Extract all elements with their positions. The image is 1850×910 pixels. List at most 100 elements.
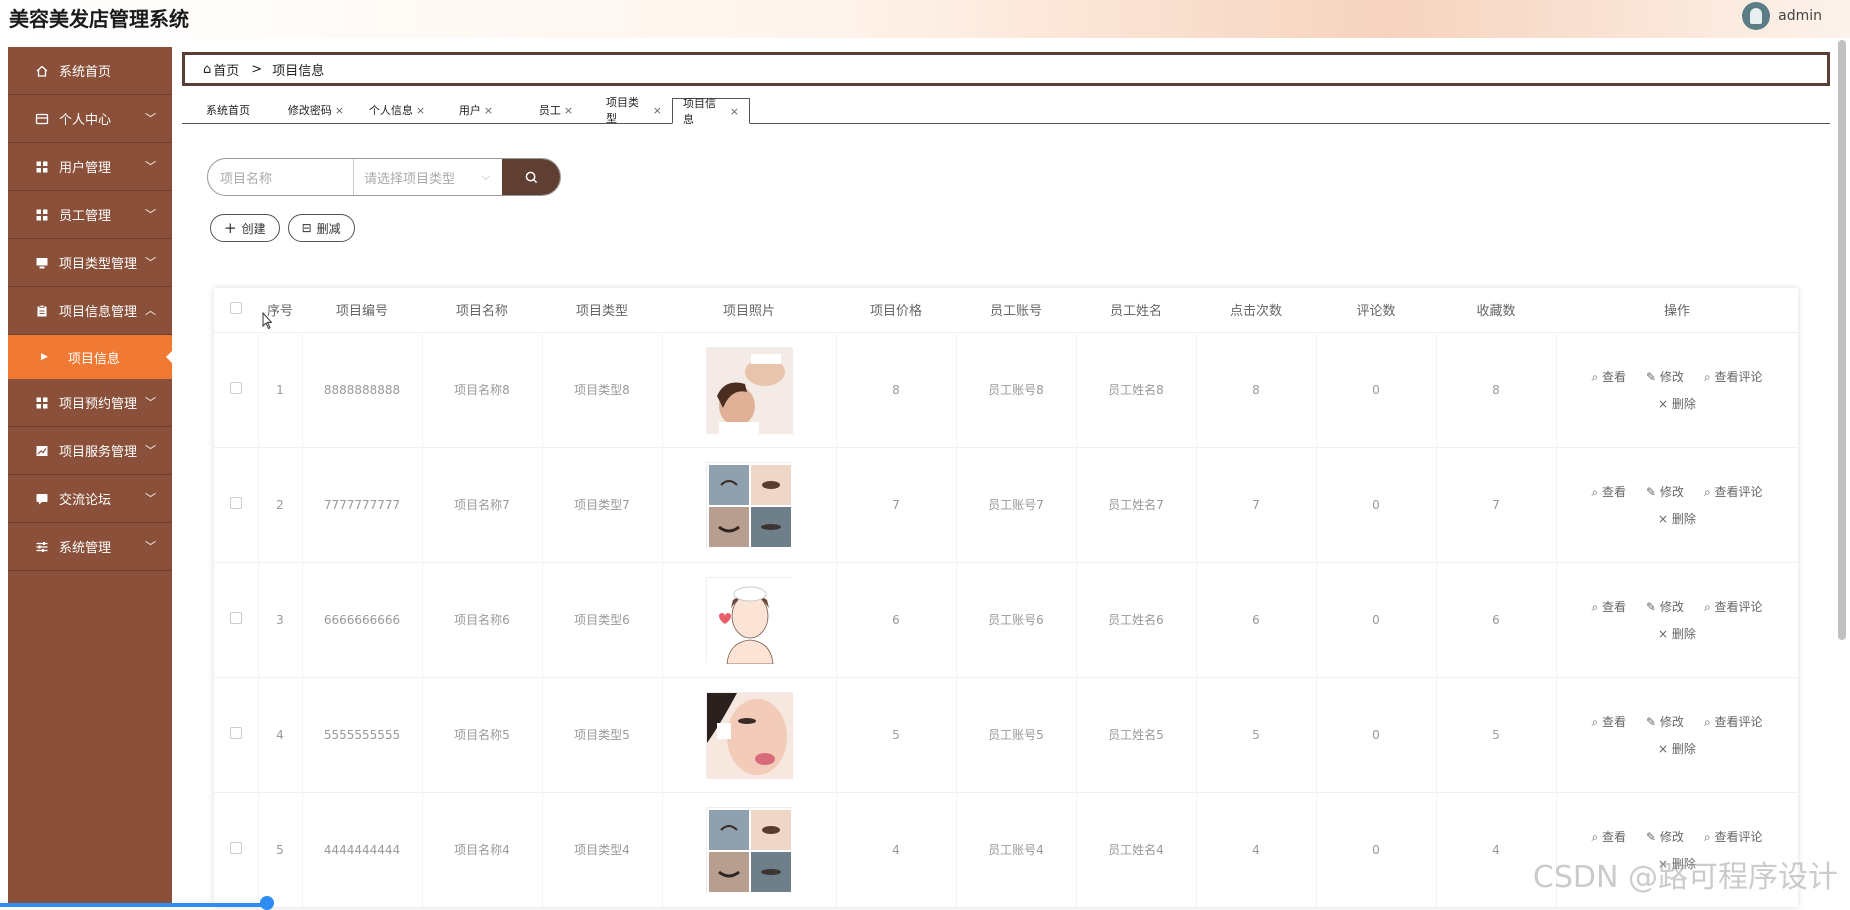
view-comments-button[interactable]: ⌕ 查看评论 xyxy=(1704,368,1763,385)
select-all-checkbox[interactable] xyxy=(229,301,242,314)
tab-label: 系统首页 xyxy=(206,104,250,117)
sidebar-item-5[interactable]: 项目信息管理 ︿ xyxy=(8,287,172,335)
delete-row-button[interactable]: × 删除 xyxy=(1658,510,1696,527)
delete-button-label: 删减 xyxy=(316,221,341,236)
tab-0[interactable]: 系统首页 xyxy=(182,97,274,123)
tab-label: 修改密码 xyxy=(287,104,332,117)
view-comments-button[interactable]: ⌕ 查看评论 xyxy=(1704,483,1763,500)
tab-1[interactable]: 修改密码 × xyxy=(274,97,358,123)
tab-2[interactable]: 个人信息 × xyxy=(358,97,436,123)
close-icon[interactable]: × xyxy=(484,104,493,117)
close-icon[interactable]: × xyxy=(653,104,662,117)
edit-button[interactable]: ✎ 修改 xyxy=(1646,598,1684,615)
row-checkbox[interactable] xyxy=(229,382,242,394)
favorite-count: 7 xyxy=(1436,446,1557,562)
table-row[interactable]: 4 5555555555 项目名称5 项目类型5 5 员工账号5 员工姓名5 5 0 5 ⌕ 查看 ✎… xyxy=(214,676,1798,792)
column-header: 员工姓名 xyxy=(1076,288,1197,332)
sidebar-item-7[interactable]: 项目服务管理 ﹀ xyxy=(8,427,172,475)
user-name[interactable]: admin xyxy=(1778,8,1822,24)
view-button[interactable]: ⌕ 查看 xyxy=(1591,598,1626,615)
sidebar-item-4[interactable]: 项目类型管理 ﹀ xyxy=(8,239,172,287)
row-select-cell xyxy=(214,446,259,562)
sidebar-item-label: 项目预约管理 xyxy=(59,397,138,412)
view-button[interactable]: ⌕ 查看 xyxy=(1591,483,1626,500)
sidebar-item-6[interactable]: 项目预约管理 ﹀ xyxy=(8,379,172,427)
user-menu[interactable]: admin xyxy=(1742,2,1822,30)
view-comments-button[interactable]: ⌕ 查看评论 xyxy=(1704,828,1763,845)
progress-handle[interactable] xyxy=(260,896,274,910)
close-icon[interactable]: × xyxy=(416,104,425,117)
search-icon: ⌕ xyxy=(1591,599,1603,614)
table-row[interactable]: 1 8888888888 项目名称8 项目类型8 8 员工账号8 员工姓名8 8 0 8 ⌕ 查看 ✎… xyxy=(214,331,1798,447)
page-scrollbar[interactable] xyxy=(1838,40,1846,640)
breadcrumb-home[interactable]: 首页 xyxy=(213,60,239,79)
table-row[interactable]: 2 7777777777 项目名称7 项目类型7 7 员工账号7 员工姓名7 7 0 7 ⌕ 查看 ✎… xyxy=(214,446,1798,562)
delete-row-button[interactable]: × 删除 xyxy=(1658,625,1696,642)
close-icon[interactable]: × xyxy=(730,105,739,118)
edit-label: 修改 xyxy=(1659,484,1684,499)
close-icon[interactable]: × xyxy=(335,104,344,117)
edit-button[interactable]: ✎ 修改 xyxy=(1646,713,1684,730)
row-checkbox[interactable] xyxy=(229,612,242,624)
toolbar: + 创建 ⊟ 删减 xyxy=(210,214,355,242)
search-button[interactable] xyxy=(502,159,560,195)
project-photo[interactable] xyxy=(706,346,793,434)
view-comments-button[interactable]: ⌕ 查看评论 xyxy=(1704,598,1763,615)
sidebar-item-2[interactable]: 用户管理 ﹀ xyxy=(8,143,172,191)
home-icon[interactable]: ⌂ xyxy=(203,62,211,77)
search-icon: ⌕ xyxy=(1703,599,1715,614)
project-name-input[interactable]: 项目名称 xyxy=(208,159,354,195)
table-row[interactable]: 3 6666666666 项目名称6 项目类型6 6 员工账号6 员工姓名6 6 0 6 ⌕ 查看 ✎… xyxy=(214,561,1798,677)
edit-button[interactable]: ✎ 修改 xyxy=(1646,483,1684,500)
project-type: 项目类型7 xyxy=(542,446,663,562)
avatar[interactable] xyxy=(1742,2,1771,30)
sidebar-item-label: 用户管理 xyxy=(59,161,112,176)
sidebar-item-1[interactable]: 个人中心 ﹀ xyxy=(8,95,172,143)
project-photo-cell xyxy=(662,676,837,792)
create-button[interactable]: + 创建 xyxy=(210,214,280,242)
close-icon[interactable]: × xyxy=(564,104,573,117)
row-checkbox[interactable] xyxy=(229,497,242,509)
project-type: 项目类型5 xyxy=(542,676,663,792)
tab-6[interactable]: 项目信息 × xyxy=(672,97,750,126)
tab-4[interactable]: 员工 × xyxy=(516,97,596,123)
sidebar-item-3[interactable]: 员工管理 ﹀ xyxy=(8,191,172,239)
row-checkbox[interactable] xyxy=(229,842,242,855)
edit-button[interactable]: ✎ 修改 xyxy=(1646,828,1684,845)
sidebar-item-9[interactable]: 系统管理 ﹀ xyxy=(8,523,172,571)
edit-button[interactable]: ✎ 修改 xyxy=(1646,368,1684,385)
view-button[interactable]: ⌕ 查看 xyxy=(1591,368,1626,385)
project-photo[interactable] xyxy=(706,806,793,894)
delete-row-button[interactable]: × 删除 xyxy=(1658,740,1696,757)
tab-5[interactable]: 项目类型 × xyxy=(596,96,672,125)
tab-3[interactable]: 用户 × xyxy=(436,97,516,123)
sidebar-item-8[interactable]: 交流论坛 ﹀ xyxy=(8,475,172,523)
close-icon: × xyxy=(1658,626,1672,641)
sidebar-item-0[interactable]: 系统首页 xyxy=(8,47,172,95)
search-bar: 项目名称 请选择项目类型 ⌵ xyxy=(207,158,561,196)
delete-row-button[interactable]: × 删除 xyxy=(1658,395,1696,412)
click-count: 7 xyxy=(1196,446,1317,562)
delete-button[interactable]: ⊟ 删减 xyxy=(287,214,355,242)
comment-count: 0 xyxy=(1316,791,1437,907)
project-type-select[interactable]: 请选择项目类型 ⌵ xyxy=(354,159,502,195)
project-photo[interactable] xyxy=(706,461,793,549)
column-header: 项目名称 xyxy=(422,288,543,332)
project-code: 5555555555 xyxy=(302,676,423,792)
search-icon: ⌕ xyxy=(1703,714,1715,729)
row-checkbox[interactable] xyxy=(229,727,242,739)
app-title: 美容美发店管理系统 xyxy=(9,7,189,31)
minus-square-icon: ⊟ xyxy=(301,221,312,235)
view-comments-button[interactable]: ⌕ 查看评论 xyxy=(1704,713,1763,730)
column-header: 项目类型 xyxy=(542,288,663,332)
project-photo[interactable] xyxy=(706,576,793,664)
chevron-down-icon: ﹀ xyxy=(145,112,156,125)
project-photo-cell xyxy=(662,331,837,447)
project-name: 项目名称7 xyxy=(422,446,543,562)
view-button[interactable]: ⌕ 查看 xyxy=(1591,713,1626,730)
view-button[interactable]: ⌕ 查看 xyxy=(1591,828,1626,845)
project-photo-cell xyxy=(662,561,837,677)
sidebar-subitem-project-info[interactable]: ▶ 项目信息 xyxy=(8,335,172,379)
row-index: 1 xyxy=(258,331,303,447)
project-photo[interactable] xyxy=(706,691,793,779)
